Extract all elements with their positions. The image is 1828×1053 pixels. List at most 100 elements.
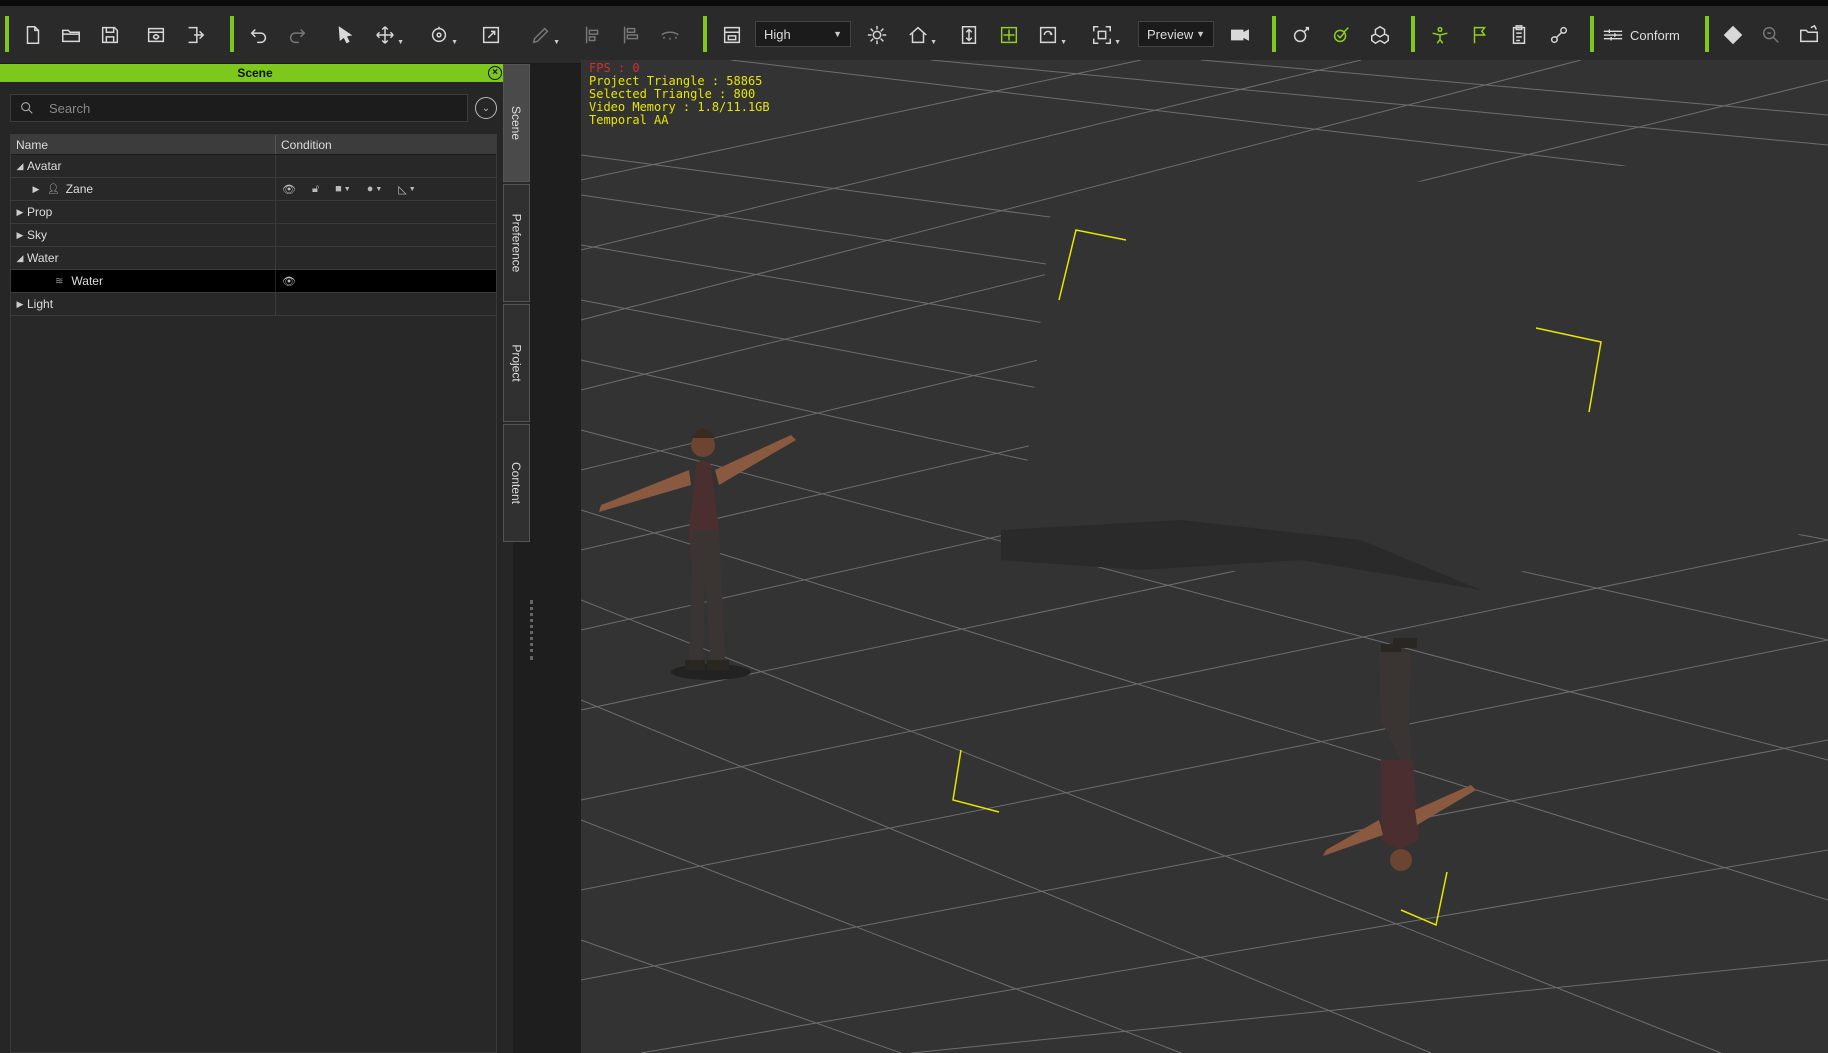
tree-row-sky[interactable]: ▶ Sky	[11, 224, 496, 247]
new-file-icon[interactable]	[18, 20, 48, 50]
select-arrow-icon[interactable]	[330, 20, 360, 50]
main-toolbar: ▼ ▼ ▼ High ▼ ▼ ▼ ▼ Preview ▼ Conform	[0, 6, 1828, 64]
3d-viewport[interactable]: FPS : 0 Project Triangle : 58865 Selecte…	[581, 60, 1828, 1053]
redo-icon[interactable]	[282, 20, 312, 50]
clipboard-icon[interactable]	[1504, 20, 1534, 50]
lock-icon[interactable]: 🔓︎	[312, 183, 319, 196]
search-icon	[21, 102, 33, 114]
filter-dropdown-icon[interactable]: ⌄	[475, 97, 497, 119]
zoom-search-icon[interactable]	[1756, 20, 1786, 50]
chevron-down-icon: ▼	[833, 29, 842, 39]
align-center-icon[interactable]	[616, 20, 646, 50]
undo-icon[interactable]	[244, 20, 274, 50]
side-tab-strip: Scene Preference Project Content	[503, 64, 530, 542]
grid-snap-icon[interactable]	[994, 20, 1024, 50]
avatar-icon: 👤︎	[47, 183, 60, 195]
diamond-key-icon[interactable]	[1718, 20, 1748, 50]
column-condition: Condition	[281, 138, 332, 152]
quality-dropdown[interactable]: High ▼	[755, 21, 851, 47]
expand-triangle-icon[interactable]: ◢	[13, 161, 27, 172]
scene-panel-title: Scene	[237, 66, 273, 80]
toolbar-separator	[703, 16, 707, 52]
character-pose-icon[interactable]	[1425, 20, 1455, 50]
tree-row-avatar[interactable]: ◢ Avatar	[11, 155, 496, 178]
tab-content[interactable]: Content	[503, 424, 530, 542]
tree-row-label: Light	[27, 297, 54, 311]
open-project-icon[interactable]	[1794, 20, 1824, 50]
close-icon[interactable]: ×	[488, 66, 502, 80]
conform-icon	[1603, 29, 1623, 41]
tree-row-water-group[interactable]: ◢ Water	[11, 247, 496, 270]
tree-row-prop[interactable]: ▶ Prop	[11, 201, 496, 224]
tree-row-label: Water	[71, 274, 103, 288]
tree-row-zane[interactable]: ▶ 👤︎ Zane 👁︎ 🔓︎ ■ ▼ ● ▼ ◺ ▼	[11, 178, 496, 201]
search-input[interactable]	[49, 100, 429, 116]
viewport-layout-icon[interactable]	[717, 20, 747, 50]
tree-row-light[interactable]: ▶ Light	[11, 293, 496, 316]
sun-light-icon[interactable]	[862, 20, 892, 50]
preview-value: Preview	[1147, 26, 1194, 42]
cube-icon[interactable]: ■ ▼	[335, 183, 351, 195]
scale-icon[interactable]	[476, 20, 506, 50]
visibility-eye-icon[interactable]: 👁︎	[282, 183, 296, 196]
collapse-triangle-icon[interactable]: ▶	[13, 207, 27, 218]
water-icon: ≋	[55, 275, 64, 287]
tree-row-label: Prop	[27, 205, 53, 219]
edit-pen-icon[interactable]: ▼	[526, 20, 560, 50]
avatar-reflection[interactable]	[1323, 638, 1476, 871]
scene-panel: Scene × ⌄ Name Condition ◢Avatar ▶👤︎Zane…	[0, 64, 513, 1053]
tree-row-label: Zane	[65, 182, 94, 196]
tree-row-label: Sky	[27, 228, 48, 242]
move-icon[interactable]: ▼	[370, 20, 404, 50]
save-icon[interactable]	[95, 20, 125, 50]
viewport-scene[interactable]	[581, 60, 1828, 1053]
tab-preference[interactable]: Preference	[503, 184, 530, 302]
preview-dropdown[interactable]: Preview ▼	[1138, 21, 1214, 47]
link-node-icon[interactable]	[1544, 20, 1574, 50]
motion-edit-icon[interactable]	[1326, 20, 1356, 50]
cubes-icon[interactable]	[1365, 20, 1395, 50]
video-camera-icon[interactable]	[1225, 20, 1255, 50]
antialias-readout: Temporal AA	[589, 113, 669, 127]
search-box	[10, 94, 468, 122]
tree-header: Name Condition	[11, 135, 496, 155]
toolbar-separator	[5, 16, 9, 52]
scene-tree: Name Condition ◢ Avatar ▶ 👤︎ Zane 👁︎ 🔓︎ ■ ▼ …	[10, 134, 497, 1053]
tree-row-label: Avatar	[27, 159, 62, 173]
collapse-triangle-icon[interactable]: ▶	[13, 230, 27, 241]
hide-eye-icon[interactable]	[655, 20, 685, 50]
render-preview-icon[interactable]	[141, 20, 171, 50]
column-name: Name	[11, 135, 276, 154]
tree-row-water-item[interactable]: ≋ Water 👁︎	[11, 270, 496, 293]
panel-resize-handle[interactable]	[530, 600, 533, 660]
rotate-icon[interactable]: ▼	[424, 20, 458, 50]
toolbar-separator	[1705, 16, 1709, 52]
scene-panel-header: Scene ×	[0, 64, 510, 82]
conform-button[interactable]: Conform	[1602, 20, 1680, 50]
quality-value: High	[764, 26, 791, 42]
camera-sync-icon[interactable]: ▼	[1033, 20, 1067, 50]
sphere-icon[interactable]: ● ▼	[367, 183, 383, 195]
gizmo-rotate-icon[interactable]	[1286, 20, 1316, 50]
tab-preference-label: Preference	[509, 213, 524, 273]
frame-selected-icon[interactable]: ▼	[1087, 20, 1121, 50]
tab-project[interactable]: Project	[503, 304, 530, 422]
avatar-zane[interactable]	[599, 429, 796, 680]
open-folder-icon[interactable]	[56, 20, 86, 50]
home-camera-icon[interactable]: ▼	[903, 20, 937, 50]
align-left-icon[interactable]	[578, 20, 608, 50]
shadow-icon[interactable]: ◺ ▼	[398, 183, 415, 196]
conform-label: Conform	[1630, 27, 1680, 43]
visibility-eye-icon[interactable]: 👁︎	[282, 275, 296, 288]
condition-icons: 👁︎ 🔓︎ ■ ▼ ● ▼ ◺ ▼	[276, 178, 496, 200]
tab-content-label: Content	[509, 461, 524, 505]
collapse-triangle-icon[interactable]: ▶	[29, 184, 43, 195]
collapse-triangle-icon[interactable]: ▶	[13, 299, 27, 310]
toolbar-separator	[1411, 16, 1415, 52]
tab-scene[interactable]: Scene	[503, 64, 530, 182]
flag-icon[interactable]	[1465, 20, 1495, 50]
fit-vertical-icon[interactable]	[954, 20, 984, 50]
export-icon[interactable]	[180, 20, 210, 50]
expand-triangle-icon[interactable]: ◢	[13, 253, 27, 264]
tab-project-label: Project	[509, 344, 524, 382]
